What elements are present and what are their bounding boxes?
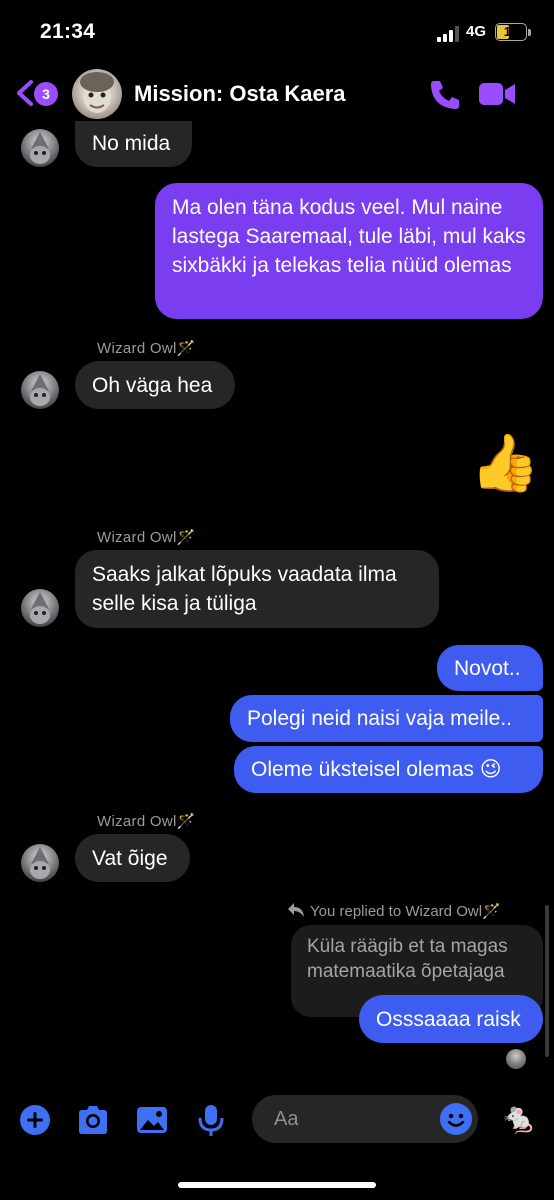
scrollbar[interactable] [545,905,549,1057]
outgoing-message[interactable]: Novot.. [437,645,543,691]
reply-arrow-icon [288,903,304,917]
conversation-avatar[interactable] [72,69,122,119]
wizard-owl-icon [30,132,50,164]
outgoing-message[interactable]: Ma olen täna kodus veel. Mul naine laste… [155,183,543,319]
sender-name: Wizard Owl🪄 [97,529,196,546]
outgoing-message[interactable]: Polegi neid naisi vaja meile.. [230,695,543,742]
reply-note: You replied to Wizard Owl🪄 [310,903,501,920]
quick-reaction-button[interactable]: 🐁 [500,1101,537,1137]
smiley-icon [447,1113,465,1127]
message-input-placeholder: Aa [274,1108,299,1130]
wizard-owl-icon [30,592,50,624]
incoming-message[interactable]: Vat õige [75,834,190,882]
read-receipt-avatar [506,1049,526,1069]
network-type: 4G [466,23,487,40]
incoming-message[interactable]: Oh väga hea [75,361,235,409]
wizard-owl-icon [30,847,50,879]
thumbs-up-reaction[interactable]: 👍 [470,430,540,496]
status-time: 21:34 [40,20,96,43]
phone-call-icon[interactable] [428,78,462,110]
wizard-owl-icon [30,374,50,406]
incoming-message[interactable]: No mida [75,121,192,167]
sender-name: Wizard Owl🪄 [97,813,196,830]
gallery-icon[interactable] [135,1103,169,1137]
incoming-message[interactable]: Saaks jalkat lõpuks vaadata ilma selle k… [75,550,439,628]
contact-avatar[interactable] [21,844,59,882]
back-chevron-icon[interactable] [14,78,36,108]
sender-name: Wizard Owl🪄 [97,340,196,357]
battery-cap [528,29,531,36]
home-indicator [178,1182,376,1188]
microphone-icon[interactable] [194,1103,228,1137]
unread-count-badge[interactable]: 3 [34,82,58,106]
battery-icon: 15 [495,23,527,41]
outgoing-message[interactable]: Oleme üksteisel olemas 😉 [234,746,543,793]
contact-avatar[interactable] [21,371,59,409]
contact-avatar[interactable] [21,589,59,627]
cellular-signal-icon [437,26,459,42]
battery-level: 15 [503,24,519,39]
camera-icon[interactable] [76,1103,110,1137]
video-call-icon[interactable] [478,80,516,108]
emoji-icon[interactable] [440,1103,472,1135]
plus-icon[interactable] [18,1103,52,1137]
outgoing-message[interactable]: Osssaaaa raisk [359,995,543,1043]
face-icon [80,72,114,113]
conversation-title[interactable]: Mission: Osta Kaera [134,81,346,107]
contact-avatar[interactable] [21,129,59,167]
